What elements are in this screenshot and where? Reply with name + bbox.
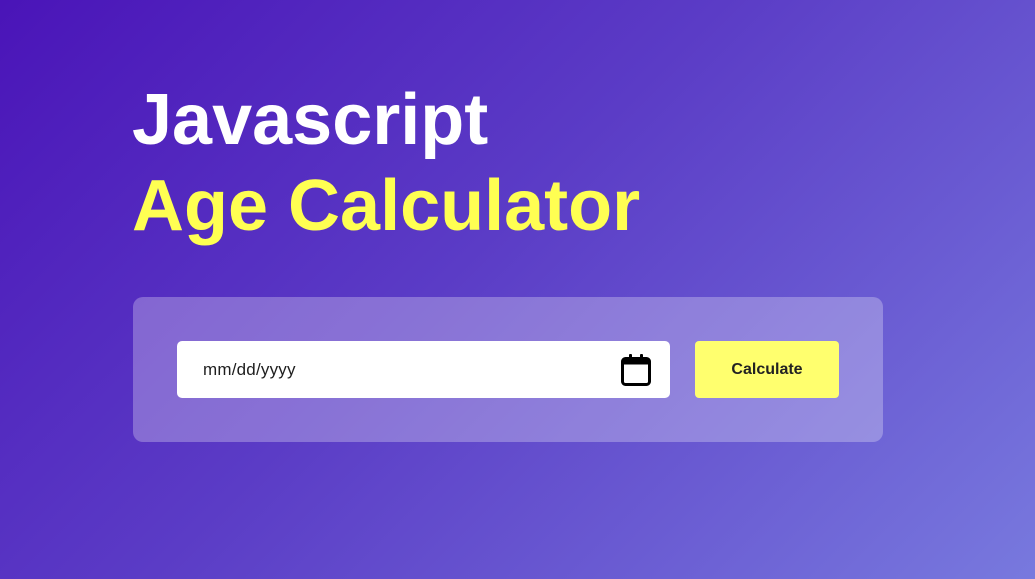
page-subtitle: Age Calculator [132,166,641,246]
calculator-card: mm/dd/yyyy Calculate [133,297,883,442]
birth-date-input[interactable]: mm/dd/yyyy [177,341,670,398]
calendar-icon[interactable] [620,353,652,387]
calculate-button[interactable]: Calculate [695,341,839,398]
page: Javascript Age Calculator mm/dd/yyyy Cal… [0,0,1035,579]
date-placeholder: mm/dd/yyyy [203,359,296,379]
page-title: Javascript [132,80,489,160]
